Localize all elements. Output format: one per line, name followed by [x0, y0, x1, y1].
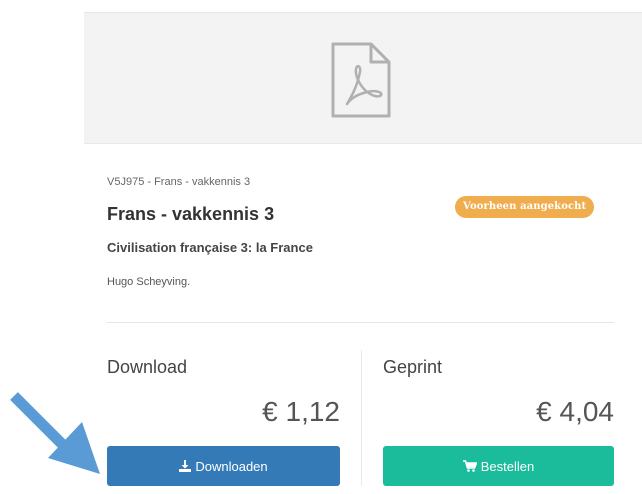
- product-code: V5J975 - Frans - vakkennis 3: [107, 176, 251, 188]
- product-card: V5J975 - Frans - vakkennis 3 Frans - vak…: [0, 0, 642, 494]
- download-price: € 1,12: [262, 396, 340, 427]
- previously-purchased-badge: Voorheen aangekocht: [455, 196, 595, 218]
- options-divider: [361, 350, 362, 486]
- download-button-label: Downloaden: [195, 458, 268, 474]
- order-button-label: Bestellen: [480, 458, 535, 474]
- shopping-cart-icon: [462, 460, 477, 472]
- print-option-label: Geprint: [383, 357, 443, 377]
- product-subtitle: Civilisation française 3: la France: [107, 240, 313, 255]
- product-title: Frans - vakkennis 3: [107, 204, 275, 224]
- annotation-arrow-icon: [10, 392, 100, 474]
- print-price: € 4,04: [536, 396, 614, 427]
- section-divider: [107, 322, 614, 323]
- pdf-file-icon: [331, 42, 391, 118]
- download-button[interactable]: Downloaden: [107, 446, 340, 486]
- download-icon: [179, 460, 192, 472]
- product-author: Hugo Scheyving.: [107, 276, 191, 288]
- download-option-label: Download: [107, 357, 188, 377]
- order-button[interactable]: Bestellen: [383, 446, 614, 486]
